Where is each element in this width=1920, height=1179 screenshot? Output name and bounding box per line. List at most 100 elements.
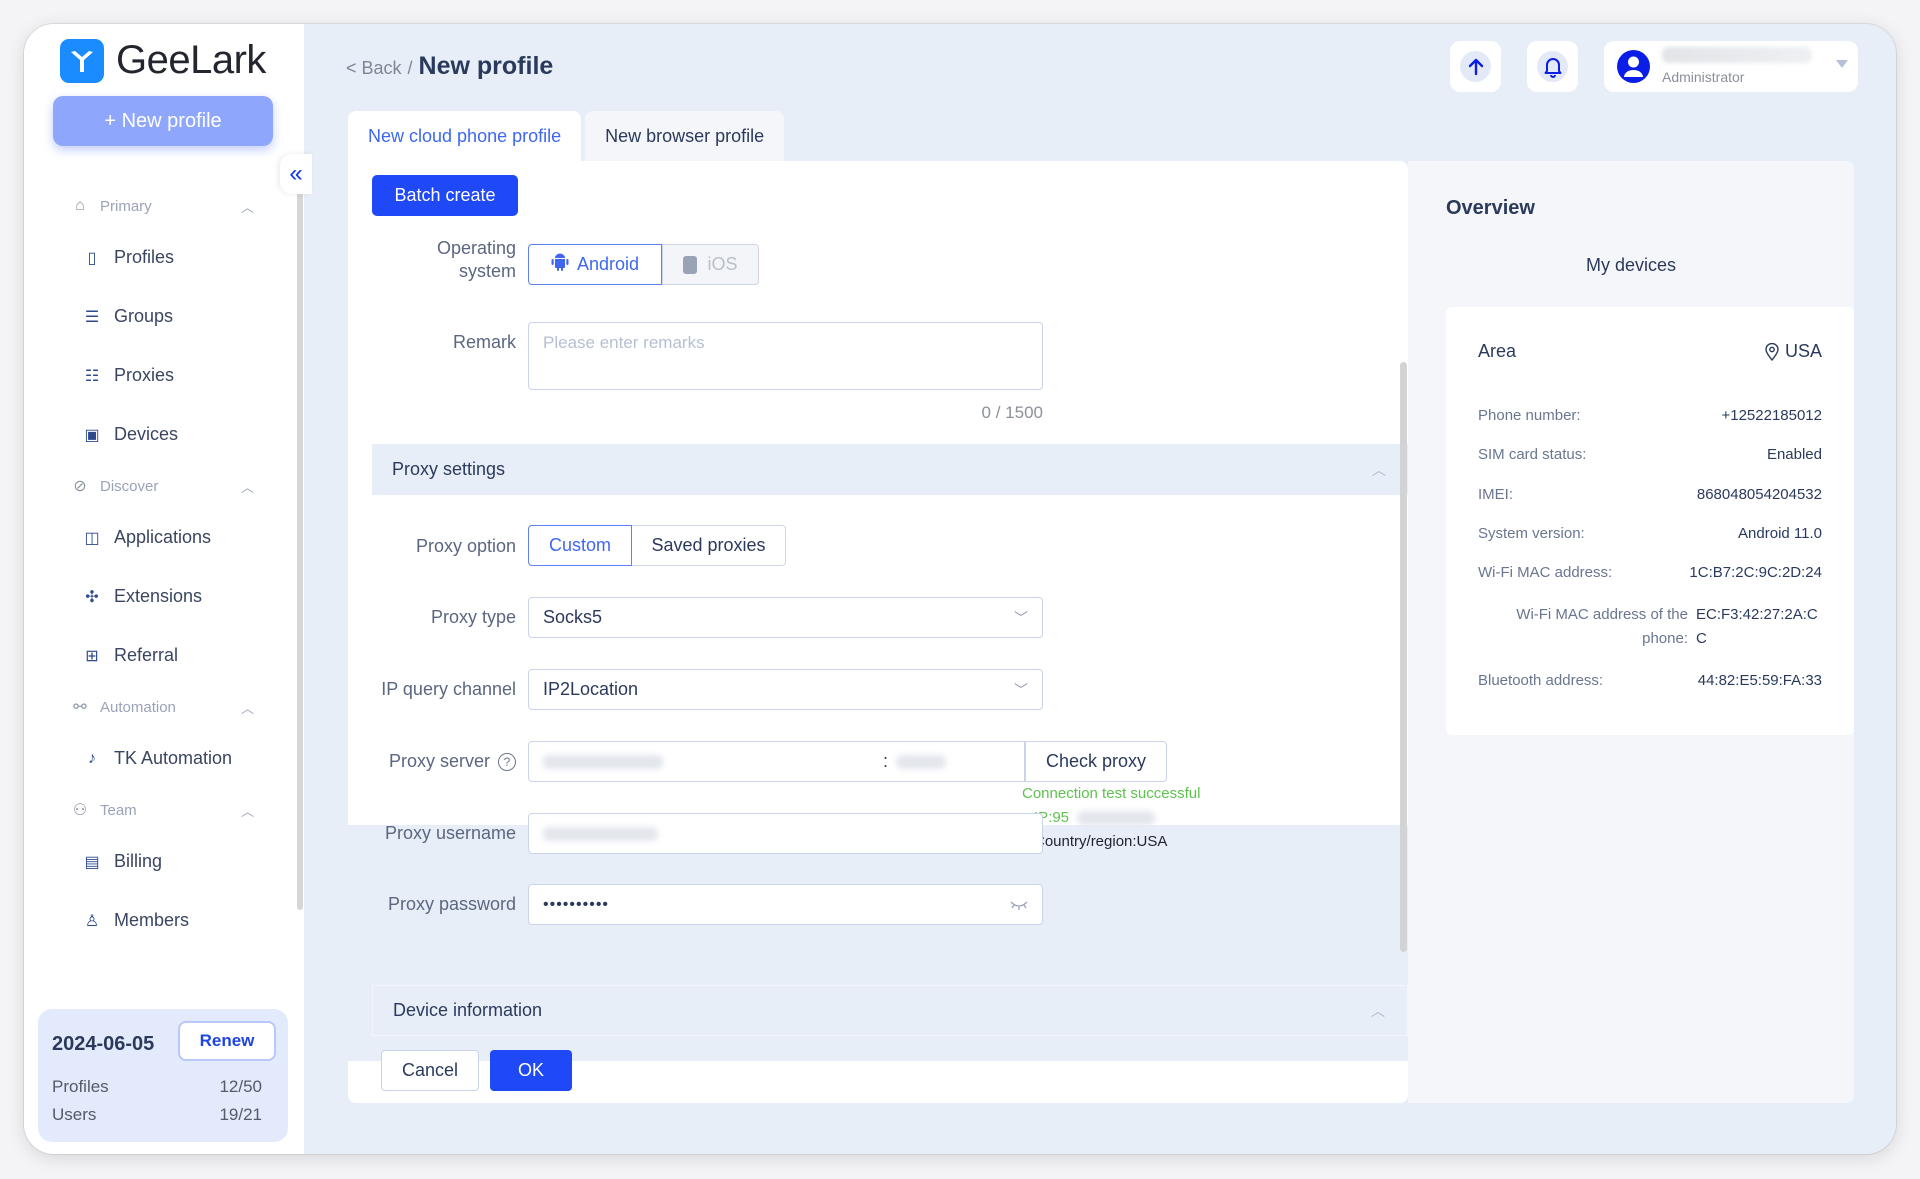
proxy-server-label: Proxy server ? (348, 751, 516, 772)
sidebar-item-proxies[interactable]: ☷ Proxies (24, 346, 304, 405)
proxy-settings-header[interactable]: Proxy settings ︿ (372, 444, 1408, 495)
new-profile-button[interactable]: + New profile (53, 96, 273, 146)
nav-group-team[interactable]: ⚇ Team ︿ (24, 788, 304, 832)
app-window: GeeLark + New profile « ⌂ Primary ︿ ▯ Pr… (24, 24, 1896, 1154)
app-name: GeeLark (116, 38, 266, 82)
overview-panel: Overview My devices Area USA Phone numbe… (1408, 161, 1854, 1103)
detail-row: Wi-Fi MAC address: 1C:B7:2C:9C:2D:24 (1478, 564, 1822, 581)
android-icon (551, 252, 569, 277)
cancel-button[interactable]: Cancel (381, 1050, 479, 1091)
plan-card: 2024-06-05 Renew Profiles 12/50 Users 19… (38, 1009, 288, 1142)
detail-label: Wi-Fi MAC address: (1478, 564, 1613, 581)
detail-value: 1C:B7:2C:9C:2D:24 (1689, 564, 1822, 581)
chevron-down-icon: ﹀ (1014, 681, 1028, 698)
plan-profiles-row: Profiles 12/50 (52, 1077, 262, 1097)
detail-label: System version: (1478, 525, 1585, 542)
detail-row: IMEI: 868048054204532 (1478, 486, 1822, 503)
notifications-button[interactable] (1527, 41, 1578, 92)
batch-create-button[interactable]: Batch create (372, 175, 518, 216)
chevron-up-icon: ︿ (1372, 461, 1386, 478)
overview-subtitle: My devices (1585, 255, 1677, 275)
sidebar-item-applications[interactable]: ◫ Applications (24, 508, 304, 567)
device-information-header[interactable]: Device information ︿ (372, 985, 1408, 1036)
os-option-ios[interactable]: iOS (662, 244, 759, 285)
form-scrollbar[interactable] (1400, 362, 1407, 952)
plan-profiles-label: Profiles (52, 1077, 109, 1096)
user-menu[interactable]: Administrator (1604, 41, 1858, 92)
detail-row: Bluetooth address: 44:82:E5:59:FA:33 (1478, 672, 1822, 689)
proxy-type-select[interactable]: Socks5 ﹀ (528, 597, 1043, 638)
plan-users-value: 19/21 (219, 1105, 262, 1124)
sidebar-item-billing[interactable]: ▤ Billing (24, 832, 304, 891)
sidebar-item-devices[interactable]: ▣ Devices (24, 405, 304, 464)
profile-type-tabs: New cloud phone profile New browser prof… (348, 111, 785, 161)
help-circle-icon[interactable]: ? (498, 752, 516, 771)
back-link[interactable]: < Back (346, 58, 402, 79)
sidebar-item-referral[interactable]: ⊞ Referral (24, 626, 304, 685)
tab-browser-profile[interactable]: New browser profile (585, 111, 785, 161)
proxy-password-value: •••••••••• (543, 895, 610, 913)
team-icon: ⚇ (72, 802, 88, 819)
ok-button[interactable]: OK (490, 1050, 572, 1091)
os-selector: Android iOS (528, 244, 759, 285)
sidebar-item-profiles[interactable]: ▯ Profiles (24, 228, 304, 287)
caret-down-icon (1836, 60, 1848, 68)
plan-expiry-date: 2024-06-05 (52, 1033, 155, 1055)
profile-form: Batch create Operating system Android iO… (348, 161, 1408, 1103)
eye-closed-icon[interactable] (1010, 897, 1028, 913)
proxy-server-label-text: Proxy server (388, 751, 490, 771)
sidebar-item-groups[interactable]: ☰ Groups (24, 287, 304, 346)
sidebar-item-label: Profiles (114, 247, 175, 267)
proxy-username-redacted (543, 826, 658, 841)
chevron-up-icon: ︿ (1371, 1002, 1385, 1019)
plan-users-label: Users (52, 1105, 97, 1124)
os-option-android[interactable]: Android (528, 244, 662, 285)
geelark-logo-icon (60, 38, 104, 83)
area-value: USA (1784, 341, 1822, 361)
proxy-password-label: Proxy password (387, 894, 516, 914)
nav-group-automation[interactable]: ⚯ Automation ︿ (24, 685, 304, 729)
plan-profiles-value: 12/50 (219, 1077, 262, 1096)
detail-label: Bluetooth address: (1478, 672, 1604, 689)
sidebar-item-label: Referral (114, 645, 179, 665)
proxy-host-redacted (543, 754, 663, 769)
detail-label: Phone number: (1478, 407, 1581, 424)
remark-textarea[interactable]: Please enter remarks (528, 322, 1043, 390)
proxy-password-input[interactable]: •••••••••• (528, 884, 1043, 925)
avatar (1617, 50, 1650, 83)
nav-group-primary[interactable]: ⌂ Primary ︿ (24, 184, 304, 228)
sidebar-item-extensions[interactable]: ✣ Extensions (24, 567, 304, 626)
proxy-server-input[interactable]: : (528, 741, 1025, 782)
top-actions: Administrator (1450, 41, 1858, 92)
proxy-type-label: Proxy type (430, 607, 516, 627)
location-pin-icon (1765, 342, 1779, 361)
apple-icon (683, 255, 698, 274)
sidebar-item-tk-automation[interactable]: ♪ TK Automation (24, 729, 304, 788)
area-row: Area USA (1478, 341, 1822, 362)
os-label-line1: Operating (436, 238, 516, 258)
sidebar-item-label: Devices (114, 424, 179, 444)
sidebar-item-label: Proxies (114, 365, 175, 385)
detail-row: System version: Android 11.0 (1478, 525, 1822, 542)
area-label: Area (1478, 341, 1517, 361)
logo[interactable]: GeeLark (60, 38, 266, 83)
check-proxy-button[interactable]: Check proxy (1025, 741, 1167, 782)
detail-value: EC:F3:42:27:2A:CC (1696, 606, 1818, 647)
collapse-sidebar-button[interactable]: « (280, 154, 312, 194)
upload-button[interactable] (1450, 41, 1501, 92)
proxy-option-selector: Custom Saved proxies (528, 525, 786, 566)
os-option-label: Android (576, 254, 640, 274)
proxy-option-custom[interactable]: Custom (528, 525, 632, 566)
home-icon: ⌂ (75, 197, 85, 214)
nav-group-discover[interactable]: ⊘ Discover ︿ (24, 464, 304, 508)
gift-icon: ⊞ (85, 647, 99, 665)
sidebar-item-members[interactable]: ♙ Members (24, 891, 304, 950)
proxy-option-saved[interactable]: Saved proxies (632, 525, 786, 566)
chevron-up-icon: ︿ (240, 479, 254, 495)
tab-cloud-phone-profile[interactable]: New cloud phone profile (348, 111, 582, 161)
planet-icon: ⊘ (73, 478, 87, 495)
proxy-username-input[interactable] (528, 813, 1043, 854)
detail-value: Enabled (1766, 446, 1822, 463)
ip-query-channel-select[interactable]: IP2Location ﹀ (528, 669, 1043, 710)
renew-button[interactable]: Renew (178, 1021, 276, 1061)
